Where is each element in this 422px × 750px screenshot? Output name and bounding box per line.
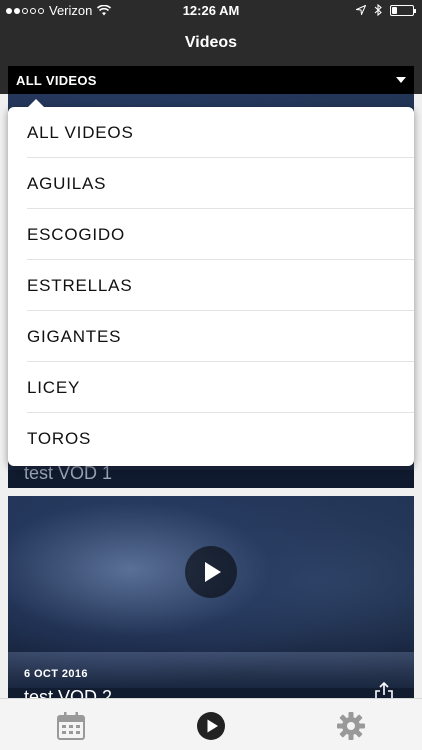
play-button[interactable] bbox=[185, 546, 237, 598]
page-title: Videos bbox=[184, 34, 238, 51]
dropdown-option-toros[interactable]: TOROS bbox=[8, 413, 414, 464]
status-right bbox=[356, 4, 416, 16]
bluetooth-icon bbox=[374, 4, 382, 16]
team-filter-value: ALL VIDEOS bbox=[16, 72, 97, 88]
gear-icon[interactable] bbox=[336, 711, 366, 741]
dropdown-option-aguilas[interactable]: AGUILAS bbox=[8, 158, 414, 209]
video-title: test VOD 2 bbox=[24, 687, 113, 698]
dropdown-option-escogido[interactable]: ESCOGIDO bbox=[8, 209, 414, 260]
dropdown-option-gigantes[interactable]: GIGANTES bbox=[8, 311, 414, 362]
play-circle-icon[interactable] bbox=[196, 711, 226, 741]
location-icon bbox=[356, 5, 366, 15]
dropdown-option-estrellas[interactable]: ESTRELLAS bbox=[8, 260, 414, 311]
video-title: test VOD 1 bbox=[24, 463, 113, 483]
team-filter-dropdown: ALL VIDEOS AGUILAS ESCOGIDO ESTRELLAS GI… bbox=[8, 107, 414, 466]
dropdown-option-all-videos[interactable]: ALL VIDEOS bbox=[8, 107, 414, 158]
battery-icon bbox=[390, 4, 416, 16]
dropdown-option-licey[interactable]: LICEY bbox=[8, 362, 414, 413]
team-filter-select[interactable]: ALL VIDEOS bbox=[8, 66, 414, 94]
dropdown-pointer bbox=[28, 99, 44, 107]
video-date: 6 OCT 2016 bbox=[24, 668, 88, 680]
play-icon bbox=[205, 562, 221, 582]
chevron-down-icon bbox=[396, 77, 406, 83]
video-card[interactable]: 6 OCT 2016 test VOD 2 bbox=[8, 496, 414, 698]
tab-bar bbox=[0, 698, 422, 750]
calendar-icon[interactable] bbox=[56, 711, 86, 741]
share-icon[interactable] bbox=[374, 682, 394, 698]
status-bar: Verizon 12:26 AM bbox=[0, 0, 422, 22]
nav-bar: Videos bbox=[0, 22, 422, 64]
